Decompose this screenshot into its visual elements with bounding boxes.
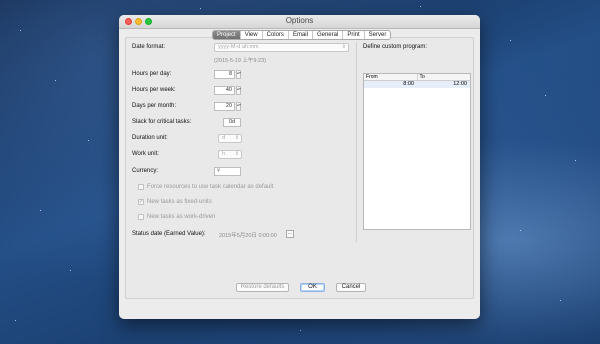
fixed-units-checkbox[interactable]: ✓ [138, 199, 144, 205]
date-format-example: (2015-5-19 上午9:23) [214, 58, 266, 64]
tab-email[interactable]: Email [287, 31, 312, 39]
tab-print[interactable]: Print [342, 31, 363, 39]
panel-divider [356, 42, 357, 242]
work-driven-label: New tasks as work-driven [147, 214, 216, 220]
currency-input[interactable]: ¥ [214, 167, 241, 176]
date-format-value: yyyy-M-d ah:mm [218, 44, 259, 50]
status-date-label: Status date (Earned Value): [132, 231, 206, 237]
options-tab-bar: Project View Colors Email General Print … [212, 30, 392, 40]
hours-per-week-input[interactable]: 40 [214, 86, 235, 95]
project-panel: Date format: yyyy-M-d ah:mm ⇕ (2015-5-19… [125, 37, 474, 299]
tab-view[interactable]: View [239, 31, 262, 39]
duration-unit-select[interactable]: d ⇕ [218, 134, 242, 143]
hours-per-week-stepper[interactable]: ▴▾ [236, 86, 241, 95]
from-column-header[interactable]: From [364, 74, 417, 80]
hours-per-day-label: Hours per day: [132, 71, 172, 77]
from-cell[interactable]: 8:00 [364, 81, 417, 88]
combo-arrows-icon: ⇕ [341, 44, 346, 50]
status-date-value: 2015年5月20日 0:00:00 [219, 233, 277, 239]
work-driven-checkbox[interactable] [138, 214, 144, 220]
tab-colors[interactable]: Colors [261, 31, 288, 39]
table-row[interactable]: 8:00 12:00 [364, 81, 470, 88]
hours-per-day-stepper[interactable]: ▴▾ [236, 70, 241, 79]
slack-input[interactable]: 0d [223, 118, 241, 127]
duration-unit-value: d [222, 135, 226, 141]
work-unit-select[interactable]: h ⇕ [218, 150, 242, 159]
combo-arrows-icon: ⇕ [234, 135, 239, 141]
date-format-combo[interactable]: yyyy-M-d ah:mm ⇕ [214, 43, 349, 52]
to-cell[interactable]: 12:00 [417, 81, 470, 88]
options-window: Options Date format: yyyy-M-d ah:mm ⇕ (2… [119, 15, 480, 319]
currency-label: Currency: [132, 168, 159, 174]
status-date-picker-button[interactable]: ... [286, 230, 294, 238]
custom-program-header: From To [364, 74, 470, 81]
custom-program-table[interactable]: From To 8:00 12:00 [363, 73, 471, 230]
hours-per-week-label: Hours per week: [132, 87, 176, 93]
restore-defaults-button[interactable]: Restore defaults [236, 283, 289, 292]
custom-program-label: Define custom program: [363, 44, 428, 50]
date-format-label: Date format: [132, 44, 166, 50]
force-calendar-checkbox[interactable] [138, 184, 144, 190]
work-unit-value: h [222, 151, 226, 157]
work-unit-label: Work unit: [132, 151, 159, 157]
combo-arrows-icon: ⇕ [234, 151, 239, 157]
tab-general[interactable]: General [311, 31, 342, 39]
tab-project[interactable]: Project [213, 31, 240, 39]
to-column-header[interactable]: To [416, 74, 471, 80]
days-per-month-input[interactable]: 20 [214, 102, 235, 111]
days-per-month-stepper[interactable]: ▴▾ [236, 102, 241, 111]
tab-server[interactable]: Server [363, 31, 391, 39]
force-calendar-label: Force resources to use task calendar as … [147, 184, 274, 190]
duration-unit-label: Duration unit: [132, 135, 168, 141]
window-title: Options [285, 16, 314, 25]
days-per-month-label: Days per month: [132, 103, 177, 109]
title-bar[interactable]: Options [119, 15, 480, 29]
fixed-units-label: New tasks as fixed-units [147, 199, 212, 205]
slack-label: Slack for critical tasks: [132, 119, 192, 125]
ok-button[interactable]: OK [300, 283, 325, 292]
cancel-button[interactable]: Cancel [336, 283, 366, 292]
hours-per-day-input[interactable]: 8 [214, 70, 235, 79]
